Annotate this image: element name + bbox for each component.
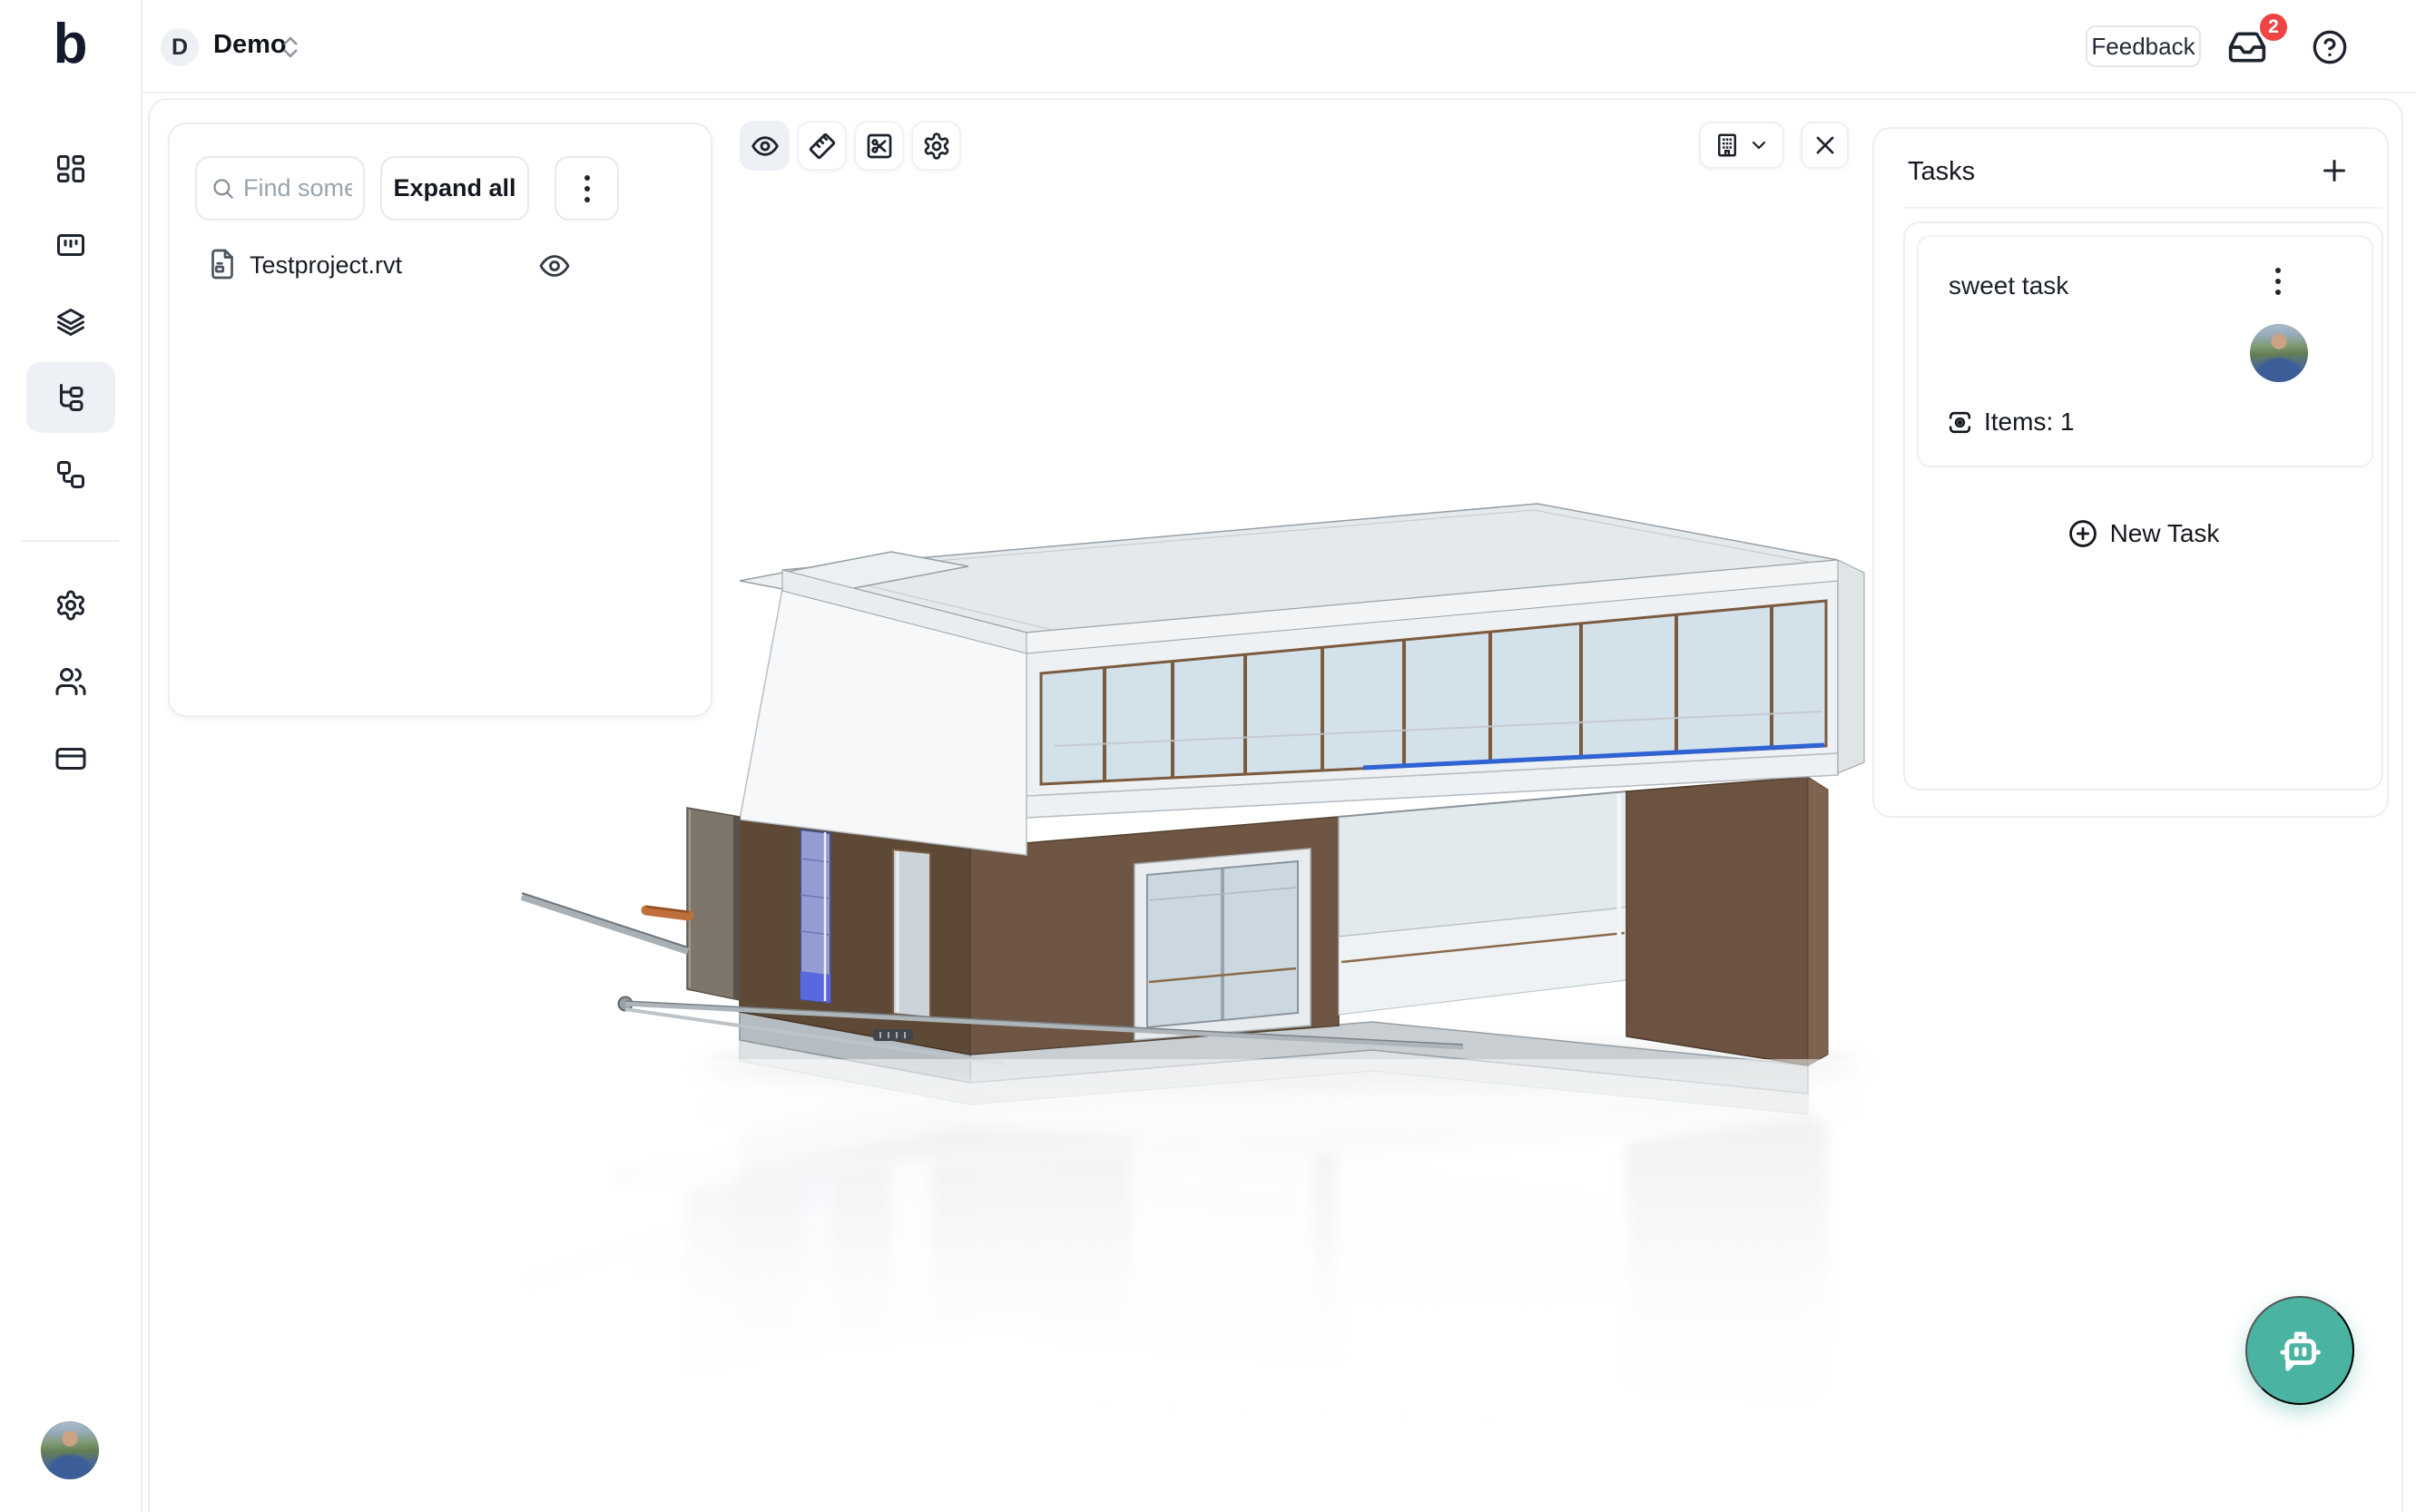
task-assignee-avatar[interactable]: [2250, 324, 2308, 382]
eye-icon: [751, 132, 780, 161]
layers-icon: [54, 306, 87, 339]
sidebar-item-settings[interactable]: [26, 570, 115, 641]
tree-menu-button[interactable]: [555, 156, 619, 221]
ruler-icon: [808, 132, 837, 161]
user-avatar[interactable]: [41, 1421, 99, 1479]
workflow-icon: [54, 458, 87, 491]
task-items-label: Items: 1: [1984, 407, 2075, 437]
help-circle-icon: [2312, 29, 2348, 65]
tasks-divider: [1904, 207, 2382, 209]
new-task-button[interactable]: New Task: [1905, 512, 2382, 555]
close-icon: [1812, 133, 1838, 158]
sidebar-divider: [22, 540, 119, 542]
sidebar: b: [0, 0, 142, 1512]
add-task-button[interactable]: [2318, 154, 2351, 187]
file-name: Testproject.rvt: [250, 251, 402, 280]
kebab-icon: [584, 175, 590, 202]
tasks-title: Tasks: [1908, 157, 1975, 187]
sidebar-item-boards[interactable]: [26, 210, 115, 280]
task-card[interactable]: sweet task Items: 1: [1917, 235, 2373, 467]
file-document-icon: [206, 248, 239, 280]
task-items-count: Items: 1: [1946, 407, 2075, 437]
top-header: D Demo Feedback 2: [142, 0, 2416, 93]
section-scissors-icon: [865, 132, 894, 161]
chevrons-up-down-icon: [277, 34, 304, 61]
project-switcher[interactable]: [277, 34, 304, 61]
sidebar-item-workflow[interactable]: [26, 439, 115, 510]
tree-icon: [54, 381, 87, 414]
close-viewer-button[interactable]: [1801, 122, 1849, 169]
gear-icon: [54, 589, 87, 622]
section-tool-button[interactable]: [854, 121, 904, 171]
model-views-dropdown[interactable]: [1699, 122, 1784, 169]
tasks-panel: Tasks sweet task Items: 1: [1872, 127, 2389, 818]
visibility-tool-button[interactable]: [740, 121, 790, 171]
sidebar-item-model-tree[interactable]: [26, 362, 115, 433]
sidebar-item-dashboard[interactable]: [26, 133, 115, 204]
model-tree-panel: Expand all Testproject.rvt: [168, 123, 712, 717]
sidebar-item-members[interactable]: [26, 646, 115, 717]
expand-all-button[interactable]: Expand all: [380, 156, 529, 221]
robot-chat-icon: [2272, 1322, 2328, 1379]
sidebar-item-layers[interactable]: [26, 287, 115, 358]
chat-assistant-button[interactable]: [2245, 1296, 2354, 1405]
board-icon: [54, 229, 87, 261]
building-icon: [1714, 132, 1741, 159]
tree-file-row[interactable]: Testproject.rvt: [170, 241, 714, 291]
task-title: sweet task: [1949, 271, 2068, 300]
chevron-down-icon: [1748, 134, 1770, 156]
measure-tool-button[interactable]: [797, 121, 847, 171]
search-icon: [211, 176, 235, 201]
items-scan-icon: [1946, 408, 1974, 437]
plus-icon: [2318, 154, 2351, 187]
file-visibility-toggle[interactable]: [538, 250, 573, 284]
project-initial-chip: D: [161, 28, 199, 66]
feedback-button[interactable]: Feedback: [2086, 25, 2201, 67]
viewer-settings-button[interactable]: [911, 121, 961, 171]
help-button[interactable]: [2312, 29, 2348, 65]
users-icon: [54, 665, 87, 698]
sidebar-item-billing[interactable]: [26, 723, 115, 794]
project-name: Demo: [213, 30, 287, 60]
app-root: b: [0, 0, 2416, 1512]
model-3d-building: [510, 474, 1926, 1508]
task-menu-button[interactable]: [2275, 268, 2281, 295]
tasks-list: sweet task Items: 1 New Task: [1903, 221, 2383, 790]
search-input-wrap[interactable]: [195, 156, 365, 221]
search-input[interactable]: [243, 174, 352, 202]
credit-card-icon: [54, 742, 87, 775]
brand-logo: b: [0, 16, 141, 73]
new-task-label: New Task: [2110, 519, 2220, 548]
layout-dashboard-icon: [54, 152, 87, 185]
plus-circle-icon: [2067, 518, 2098, 549]
inbox-unread-badge: 2: [2257, 11, 2290, 44]
gear-icon: [922, 132, 951, 161]
